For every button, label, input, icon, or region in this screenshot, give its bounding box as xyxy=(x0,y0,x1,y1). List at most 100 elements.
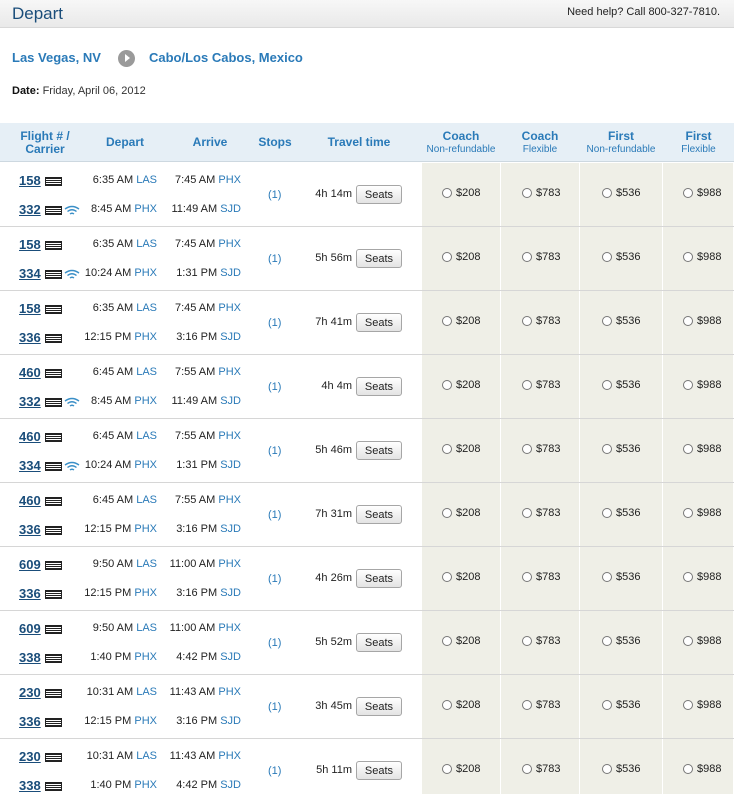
fare-option-coach-flexible[interactable]: $783 xyxy=(522,635,560,647)
fare-option-first-nonrefundable[interactable]: $536 xyxy=(602,635,640,647)
radio-button[interactable] xyxy=(522,252,532,262)
flight-number-link[interactable]: 338 xyxy=(19,778,41,793)
seats-button[interactable]: Seats xyxy=(356,761,402,780)
fare-option-coach-nonrefundable[interactable]: $208 xyxy=(442,571,480,583)
flight-number-link[interactable]: 230 xyxy=(19,685,41,700)
stops-link[interactable]: (1) xyxy=(268,381,281,393)
radio-button[interactable] xyxy=(442,252,452,262)
flight-number-link[interactable]: 460 xyxy=(19,493,41,508)
stops-link[interactable]: (1) xyxy=(268,189,281,201)
stops-link[interactable]: (1) xyxy=(268,701,281,713)
fare-option-first-nonrefundable[interactable]: $536 xyxy=(602,443,640,455)
radio-button[interactable] xyxy=(522,700,532,710)
seats-button[interactable]: Seats xyxy=(356,505,402,524)
seats-button[interactable]: Seats xyxy=(356,569,402,588)
flight-number-link[interactable]: 230 xyxy=(19,749,41,764)
seats-button[interactable]: Seats xyxy=(356,633,402,652)
fare-option-first-flexible[interactable]: $988 xyxy=(683,187,721,199)
fare-option-coach-nonrefundable[interactable]: $208 xyxy=(442,251,480,263)
stops-link[interactable]: (1) xyxy=(268,573,281,585)
seats-button[interactable]: Seats xyxy=(356,697,402,716)
radio-button[interactable] xyxy=(602,316,612,326)
fare-option-first-nonrefundable[interactable]: $536 xyxy=(602,315,640,327)
seats-button[interactable]: Seats xyxy=(356,185,402,204)
seats-button[interactable]: Seats xyxy=(356,249,402,268)
radio-button[interactable] xyxy=(442,764,452,774)
radio-button[interactable] xyxy=(683,700,693,710)
fare-option-first-nonrefundable[interactable]: $536 xyxy=(602,507,640,519)
radio-button[interactable] xyxy=(522,764,532,774)
radio-button[interactable] xyxy=(602,252,612,262)
flight-number-link[interactable]: 332 xyxy=(19,202,41,217)
fare-option-first-flexible[interactable]: $988 xyxy=(683,571,721,583)
flight-number-link[interactable]: 609 xyxy=(19,621,41,636)
fare-option-first-flexible[interactable]: $988 xyxy=(683,251,721,263)
radio-button[interactable] xyxy=(522,316,532,326)
fare-option-first-nonrefundable[interactable]: $536 xyxy=(602,251,640,263)
fare-option-coach-flexible[interactable]: $783 xyxy=(522,379,560,391)
radio-button[interactable] xyxy=(602,764,612,774)
flight-number-link[interactable]: 460 xyxy=(19,365,41,380)
flight-number-link[interactable]: 338 xyxy=(19,650,41,665)
fare-option-first-flexible[interactable]: $988 xyxy=(683,763,721,775)
radio-button[interactable] xyxy=(522,188,532,198)
fare-option-coach-nonrefundable[interactable]: $208 xyxy=(442,507,480,519)
stops-link[interactable]: (1) xyxy=(268,445,281,457)
fare-option-first-flexible[interactable]: $988 xyxy=(683,379,721,391)
radio-button[interactable] xyxy=(683,188,693,198)
destination-link[interactable]: Cabo/Los Cabos, Mexico xyxy=(149,50,303,65)
fare-option-coach-flexible[interactable]: $783 xyxy=(522,315,560,327)
flight-number-link[interactable]: 336 xyxy=(19,522,41,537)
flight-number-link[interactable]: 334 xyxy=(19,458,41,473)
radio-button[interactable] xyxy=(522,572,532,582)
fare-option-coach-nonrefundable[interactable]: $208 xyxy=(442,379,480,391)
radio-button[interactable] xyxy=(442,572,452,582)
radio-button[interactable] xyxy=(522,444,532,454)
radio-button[interactable] xyxy=(442,316,452,326)
radio-button[interactable] xyxy=(683,380,693,390)
radio-button[interactable] xyxy=(602,508,612,518)
radio-button[interactable] xyxy=(442,636,452,646)
fare-option-first-nonrefundable[interactable]: $536 xyxy=(602,571,640,583)
flight-number-link[interactable]: 334 xyxy=(19,266,41,281)
radio-button[interactable] xyxy=(522,380,532,390)
seats-button[interactable]: Seats xyxy=(356,441,402,460)
fare-option-coach-nonrefundable[interactable]: $208 xyxy=(442,763,480,775)
fare-option-coach-flexible[interactable]: $783 xyxy=(522,571,560,583)
radio-button[interactable] xyxy=(442,380,452,390)
flight-number-link[interactable]: 336 xyxy=(19,586,41,601)
radio-button[interactable] xyxy=(602,444,612,454)
flight-number-link[interactable]: 158 xyxy=(19,301,41,316)
fare-option-coach-flexible[interactable]: $783 xyxy=(522,187,560,199)
stops-link[interactable]: (1) xyxy=(268,253,281,265)
radio-button[interactable] xyxy=(683,636,693,646)
flight-number-link[interactable]: 336 xyxy=(19,330,41,345)
fare-option-coach-flexible[interactable]: $783 xyxy=(522,763,560,775)
fare-option-first-nonrefundable[interactable]: $536 xyxy=(602,763,640,775)
fare-option-coach-nonrefundable[interactable]: $208 xyxy=(442,315,480,327)
radio-button[interactable] xyxy=(683,316,693,326)
stops-link[interactable]: (1) xyxy=(268,317,281,329)
stops-link[interactable]: (1) xyxy=(268,765,281,777)
fare-option-first-nonrefundable[interactable]: $536 xyxy=(602,379,640,391)
radio-button[interactable] xyxy=(683,508,693,518)
fare-option-coach-nonrefundable[interactable]: $208 xyxy=(442,187,480,199)
fare-option-first-flexible[interactable]: $988 xyxy=(683,443,721,455)
flight-number-link[interactable]: 158 xyxy=(19,237,41,252)
radio-button[interactable] xyxy=(522,508,532,518)
seats-button[interactable]: Seats xyxy=(356,377,402,396)
radio-button[interactable] xyxy=(442,444,452,454)
fare-option-first-flexible[interactable]: $988 xyxy=(683,507,721,519)
radio-button[interactable] xyxy=(683,444,693,454)
radio-button[interactable] xyxy=(602,700,612,710)
fare-option-coach-flexible[interactable]: $783 xyxy=(522,699,560,711)
stops-link[interactable]: (1) xyxy=(268,509,281,521)
fare-option-coach-nonrefundable[interactable]: $208 xyxy=(442,699,480,711)
radio-button[interactable] xyxy=(522,636,532,646)
radio-button[interactable] xyxy=(683,764,693,774)
seats-button[interactable]: Seats xyxy=(356,313,402,332)
fare-option-first-flexible[interactable]: $988 xyxy=(683,635,721,647)
flight-number-link[interactable]: 609 xyxy=(19,557,41,572)
fare-option-coach-nonrefundable[interactable]: $208 xyxy=(442,635,480,647)
fare-option-coach-nonrefundable[interactable]: $208 xyxy=(442,443,480,455)
